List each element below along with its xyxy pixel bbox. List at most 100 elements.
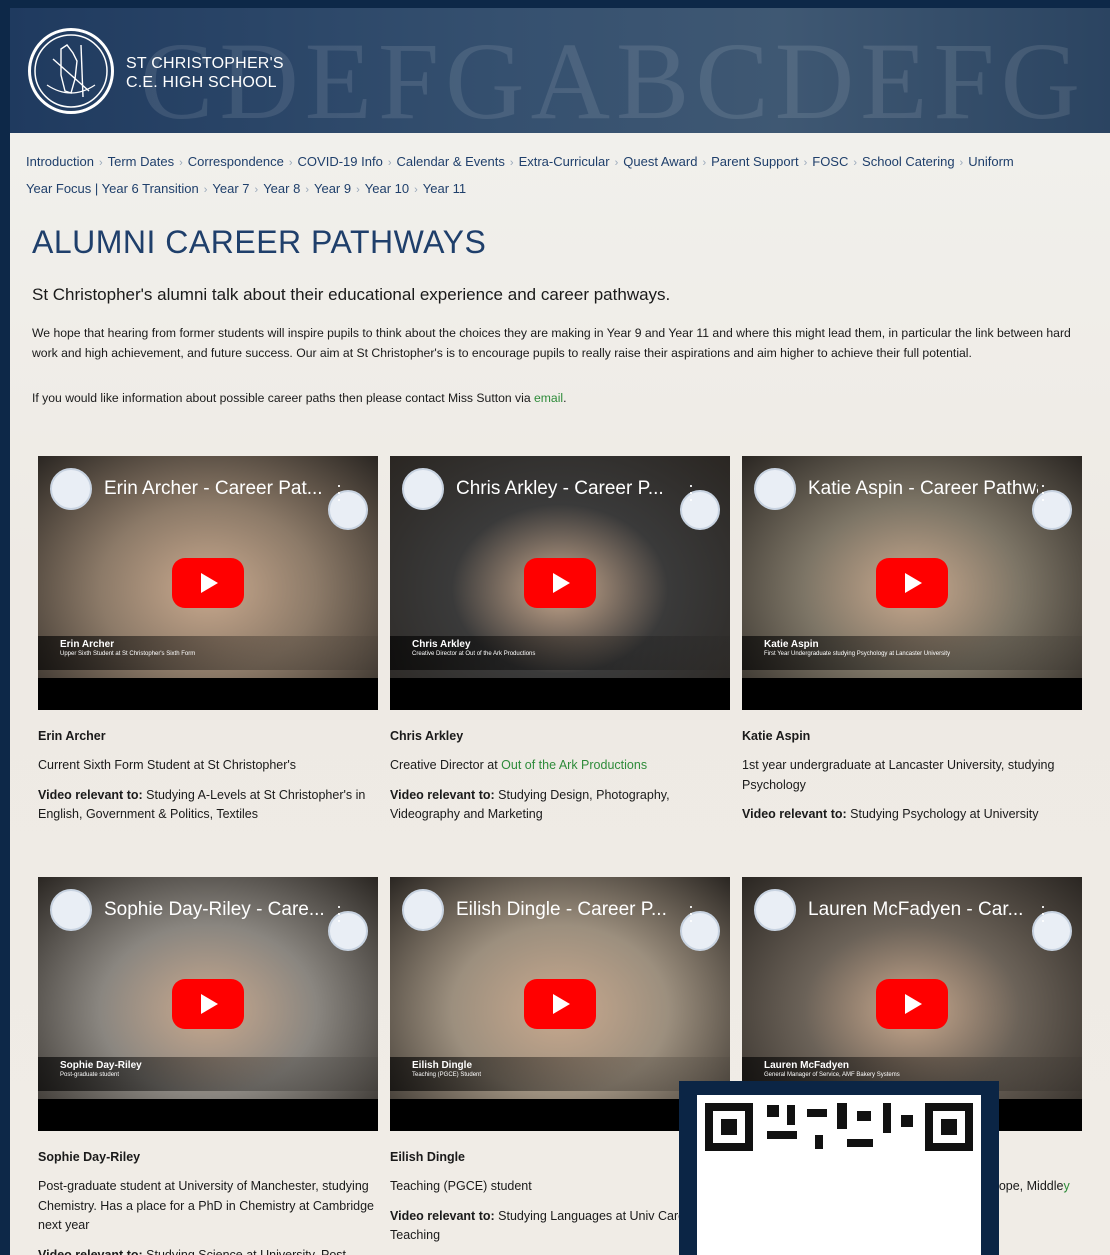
nav-item-introduction[interactable]: Introduction [26,154,94,169]
nav-item-calendar-events[interactable]: Calendar & Events [396,154,504,169]
nav-item-covid-19-info[interactable]: COVID-19 Info [298,154,383,169]
lower-third-desc: General Manager of Service, AMF Bakery S… [764,1072,900,1078]
chevron-right-icon: › [414,184,418,196]
description-text: Current Sixth Form Student at St Christo… [38,758,297,772]
nav-item-year-11[interactable]: Year 11 [423,181,466,196]
school-watermark-icon [1032,490,1072,530]
youtube-video[interactable]: Sophie Day-Riley - Care... · · · Sophie Da… [38,877,378,1131]
nav-item-year-8[interactable]: Year 8 [263,181,300,196]
video-title[interactable]: Chris Arkley - Career P... [456,478,664,500]
channel-avatar-icon[interactable] [402,468,444,510]
nav-item-correspondence[interactable]: Correspondence [188,154,284,169]
qr-code [697,1095,981,1255]
relevance-label: Video relevant to: [38,1247,143,1255]
video-title[interactable]: Sophie Day-Riley - Care... [104,899,325,921]
relevance-text: Studying Psychology at University [850,807,1039,821]
nav-item-school-catering[interactable]: School Catering [862,154,955,169]
description-text: 1st year undergraduate at Lancaster Univ… [742,758,1055,792]
chevron-right-icon: › [98,157,103,169]
alumni-description: Creative Director at Out of the Ark Prod… [390,756,730,776]
school-watermark-icon [328,911,368,951]
site-header: CDEFGABCDEFG ST CHRISTOPHER'S C.E. HIGH … [10,8,1110,133]
chevron-right-icon: › [179,157,183,169]
nav-item-parent-support[interactable]: Parent Support [711,154,798,169]
video-title[interactable]: Erin Archer - Career Pat... [104,478,323,500]
chevron-right-icon: › [254,184,259,196]
play-button-icon[interactable] [876,979,948,1029]
alumni-description: Current Sixth Form Student at St Christo… [38,756,378,776]
channel-avatar-icon[interactable] [754,468,796,510]
relevance-label: Video relevant to: [390,1208,495,1223]
channel-avatar-icon[interactable] [50,889,92,931]
video-relevance: Video relevant to: Studying Science at U… [38,1246,378,1255]
more-options-icon[interactable]: · · · [336,476,342,508]
chevron-right-icon: › [203,184,208,196]
lower-third-desc: First Year Undergraduate studying Psycho… [764,651,951,657]
alumni-card: Chris Arkley - Career P... · · · Chris Ark… [390,456,730,825]
alumni-name: Katie Aspin [742,729,811,743]
nav-item-year-7[interactable]: Year 7 [212,181,249,196]
company-link[interactable]: Out of the Ark Productions [501,758,647,772]
description-text: Post-graduate student at University of M… [38,1179,374,1232]
play-button-icon[interactable] [172,979,244,1029]
chevron-right-icon: › [356,184,360,196]
nav-item-quest-award[interactable]: Quest Award [623,154,697,169]
nav-item-year-10[interactable]: Year 10 [365,181,409,196]
chevron-right-icon: › [305,184,309,196]
page-title: ALUMNI CAREER PATHWAYS [32,224,487,260]
nav-item-year-9[interactable]: Year 9 [314,181,351,196]
nav-item-fosc[interactable]: FOSC [812,154,848,169]
channel-avatar-icon[interactable] [754,889,796,931]
qr-code-icon [705,1103,973,1151]
qr-code-popup[interactable] [679,1081,999,1255]
more-options-icon[interactable]: · · · [1040,476,1046,508]
school-name[interactable]: ST CHRISTOPHER'S C.E. HIGH SCHOOL [126,54,284,92]
lower-third-name: Eilish Dingle [412,1060,473,1071]
alumni-card: Erin Archer - Career Pat... · · · Erin Arc… [38,456,378,825]
chevron-right-icon: › [702,157,707,169]
channel-avatar-icon[interactable] [402,889,444,931]
email-link[interactable]: email [534,391,563,405]
more-options-icon[interactable]: · · · [1040,897,1046,929]
play-button-icon[interactable] [524,558,596,608]
more-options-icon[interactable]: · · · [688,897,694,929]
contact-text-end: . [563,391,567,405]
youtube-video[interactable]: Chris Arkley - Career P... · · · Chris Ark… [390,456,730,710]
chevron-right-icon: › [614,157,619,169]
school-watermark-icon [1032,911,1072,951]
breadcrumb-nav: Introduction › Term Dates › Correspondence › C… [26,149,1110,203]
lower-third-name: Erin Archer [60,639,115,650]
chevron-right-icon: › [853,157,858,169]
nav-item-year-6-transition[interactable]: Year 6 Transition [102,181,199,196]
nav-item-term-dates[interactable]: Term Dates [108,154,174,169]
alumni-name: Chris Arkley [390,729,464,743]
youtube-video[interactable]: Erin Archer - Career Pat... · · · Erin Arc… [38,456,378,710]
contact-text: If you would like information about poss… [32,391,534,405]
lower-third-name: Sophie Day-Riley [60,1060,142,1071]
relevance-label: Video relevant to: [390,787,495,802]
alumni-card: Sophie Day-Riley - Care... · · · Sophie Da… [38,877,378,1255]
school-name-line2: C.E. HIGH SCHOOL [126,74,277,91]
nav-item-uniform[interactable]: Uniform [968,154,1014,169]
more-options-icon[interactable]: · · · [336,897,342,929]
nav-item-extra-curricular[interactable]: Extra-Curricular [519,154,610,169]
school-watermark-icon [680,911,720,951]
intro-paragraph: We hope that hearing from former student… [32,326,1071,360]
channel-avatar-icon[interactable] [50,468,92,510]
nav-year-focus-label: Year Focus | [26,181,102,196]
lower-third: Katie Aspin First Year Undergraduate stu… [742,636,1082,670]
play-button-icon[interactable] [524,979,596,1029]
play-button-icon[interactable] [876,558,948,608]
play-button-icon[interactable] [172,558,244,608]
school-watermark-icon [680,490,720,530]
youtube-video[interactable]: Katie Aspin - Career Pathways ··· Katie … [742,456,1082,710]
page-frame: CDEFGABCDEFG ST CHRISTOPHER'S C.E. HIGH … [0,0,1110,1255]
relevance-text: Studying Science at University, Post- [146,1247,351,1255]
chevron-right-icon: › [288,157,293,169]
more-options-icon[interactable]: · · · [688,476,694,508]
nav-row-2: Year Focus | Year 6 Transition › Year 7 › Ye… [26,176,1110,203]
video-title[interactable]: Eilish Dingle - Career P... [456,899,667,921]
video-title[interactable]: Katie Aspin - Career Pathways [808,478,1038,500]
video-title[interactable]: Lauren McFadyen - Car... [808,899,1023,921]
school-logo[interactable] [28,28,114,114]
